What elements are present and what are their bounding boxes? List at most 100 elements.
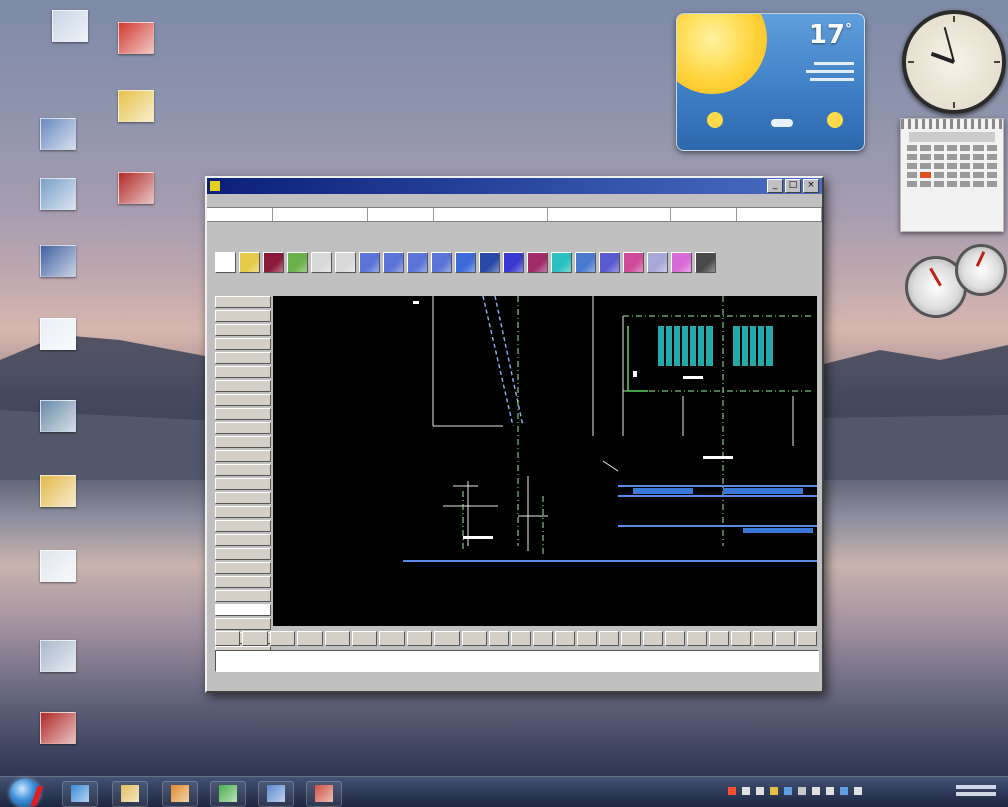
desktop-shortcut-5-icon[interactable] [22,178,94,223]
taskbar-app-4-button[interactable] [210,781,246,807]
tool-button-7[interactable] [359,251,380,273]
tool-button-20[interactable] [671,251,692,273]
tray-icon[interactable] [728,787,736,795]
tool-button-15[interactable] [551,251,572,273]
tool-button-21[interactable] [695,251,716,273]
weather-gadget[interactable]: 17° [676,13,865,151]
side-command-button[interactable] [215,464,271,476]
cpu-meter-gadget[interactable] [905,244,1007,318]
tray-icon[interactable] [756,787,764,795]
side-command-button[interactable] [215,492,271,504]
tool-button-14[interactable] [527,251,548,273]
side-command-button[interactable] [215,422,271,434]
taskbar-ie-button[interactable] [62,781,98,807]
side-command-button[interactable] [215,478,271,490]
side-command-button[interactable] [215,450,271,462]
command-button[interactable] [621,631,642,646]
command-button[interactable] [577,631,598,646]
maximize-button[interactable]: □ [785,179,801,193]
command-button[interactable] [731,631,752,646]
tool-button-11[interactable] [455,251,476,273]
command-input[interactable] [215,650,819,672]
command-button[interactable] [434,631,460,646]
tool-button-2[interactable] [239,251,260,273]
side-command-button[interactable] [215,576,271,588]
command-button[interactable] [324,631,351,646]
side-command-button[interactable] [215,324,271,336]
command-button[interactable] [775,631,796,646]
tray-icon[interactable] [854,787,862,795]
taskbar-explorer-button[interactable] [112,781,148,807]
side-command-button[interactable] [215,618,271,630]
taskbar-cad-button[interactable] [306,781,342,807]
tray-icon[interactable] [770,787,778,795]
command-button[interactable] [461,631,488,646]
side-command-button[interactable] [215,366,271,378]
desktop-text-file-icon[interactable] [22,550,94,595]
tool-button-1[interactable] [215,251,236,273]
command-button[interactable] [269,631,296,646]
tool-button-18[interactable] [623,251,644,273]
command-button[interactable] [352,631,378,646]
calendar-gadget[interactable] [900,118,1004,232]
command-button[interactable] [215,631,241,646]
tool-button-16[interactable] [575,251,596,273]
desktop-folder-icon[interactable] [100,90,172,135]
command-button[interactable] [555,631,576,646]
command-button[interactable] [489,631,510,646]
command-button[interactable] [797,631,818,646]
tray-icon[interactable] [742,787,750,795]
side-command-button[interactable] [215,394,271,406]
tray-icon[interactable] [826,787,834,795]
desktop-shortcut-12-icon[interactable] [22,640,94,685]
desktop-shortcut-13-icon[interactable] [22,712,94,757]
tool-button-8[interactable] [383,251,404,273]
tray-icon[interactable] [812,787,820,795]
tool-button-17[interactable] [599,251,620,273]
desktop-shortcut-3-icon[interactable] [22,118,94,163]
tool-button-12[interactable] [479,251,500,273]
cad-window[interactable]: _ □ × [205,176,824,693]
side-command-button[interactable] [215,506,271,518]
desktop-shortcut-7-icon[interactable] [22,245,94,290]
side-command-button[interactable] [215,590,271,602]
command-button[interactable] [242,631,268,646]
tool-button-4[interactable] [287,251,308,273]
side-command-button[interactable] [215,296,271,308]
taskbar-app-5-button[interactable] [258,781,294,807]
command-button[interactable] [643,631,664,646]
side-command-button[interactable] [215,380,271,392]
command-button[interactable] [379,631,405,646]
side-command-button[interactable] [215,436,271,448]
side-command-button[interactable] [215,534,271,546]
command-button[interactable] [533,631,554,646]
tray-icon[interactable] [798,787,806,795]
tray-icon[interactable] [840,787,848,795]
tool-button-3[interactable] [263,251,284,273]
tool-button-19[interactable] [647,251,668,273]
command-button[interactable] [406,631,433,646]
tray-icon[interactable] [784,787,792,795]
clock-gadget[interactable] [902,10,1006,114]
side-command-button[interactable] [215,562,271,574]
desktop-shortcut-2-icon[interactable] [100,22,172,67]
side-command-button[interactable] [215,352,271,364]
tool-button-5[interactable] [311,251,332,273]
tool-button-13[interactable] [503,251,524,273]
command-button[interactable] [753,631,774,646]
desktop-folder-2-icon[interactable] [22,475,94,520]
side-command-button[interactable] [215,338,271,350]
side-command-button[interactable] [215,408,271,420]
command-button[interactable] [599,631,620,646]
tray-clock[interactable] [956,782,996,802]
desktop-shortcut-9-icon[interactable] [22,400,94,445]
close-button[interactable]: × [803,179,819,193]
command-button[interactable] [709,631,730,646]
tool-button-9[interactable] [407,251,428,273]
command-button[interactable] [687,631,708,646]
tool-button-6[interactable] [335,251,356,273]
tool-button-10[interactable] [431,251,452,273]
side-command-button[interactable] [215,604,271,616]
command-button[interactable] [297,631,323,646]
side-command-button[interactable] [215,548,271,560]
